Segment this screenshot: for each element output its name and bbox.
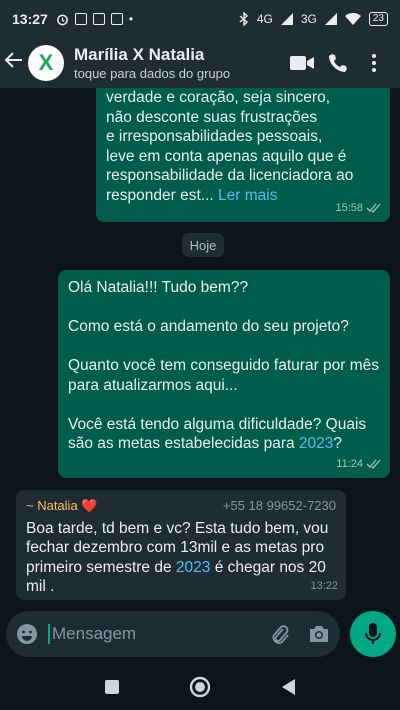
message-paragraph: Como está o andamento do seu projeto? xyxy=(68,318,349,335)
message-paragraph: Você está tendo alguma dificuldade? Quai… xyxy=(68,415,367,453)
date-divider: Hoje xyxy=(182,233,224,257)
message-meta: 11:24 xyxy=(336,455,382,475)
message-bubble-incoming[interactable]: ~ Natalia ❤️ +55 18 99652-7230 Boa tarde… xyxy=(16,490,346,600)
message-time: 11:24 xyxy=(336,457,363,470)
sender-row: ~ Natalia ❤️ +55 18 99652-7230 xyxy=(26,496,336,516)
message-meta: 13:22 xyxy=(310,577,338,597)
back-icon[interactable] xyxy=(280,678,296,696)
year-link[interactable]: 2023 xyxy=(176,559,210,576)
message-line: responder est... xyxy=(106,186,214,204)
system-navigation-bar xyxy=(0,664,400,710)
mic-button[interactable] xyxy=(350,611,396,657)
message-bubble-outgoing[interactable]: Olá Natalia!!! Tudo bem?? Como está o an… xyxy=(58,270,390,478)
dot-icon: • xyxy=(128,12,134,26)
message-text: Boa tarde, td bem e vc? Esta tudo bem, v… xyxy=(26,519,329,596)
read-more-link[interactable]: Ler mais xyxy=(218,187,277,204)
status-bar: 13:27 • 4G 3G 23 xyxy=(0,0,400,38)
bluetooth-icon xyxy=(239,12,248,26)
recents-icon[interactable] xyxy=(104,679,120,695)
wifi-icon xyxy=(344,13,361,25)
double-check-icon xyxy=(366,459,381,470)
back-arrow-icon[interactable] xyxy=(4,49,26,77)
message-line: verdade e coração, seja sincero, xyxy=(106,89,331,106)
notification-icons: • xyxy=(56,12,133,26)
avatar-logo: X xyxy=(38,50,54,75)
home-icon[interactable] xyxy=(189,676,211,698)
group-avatar[interactable]: X xyxy=(28,45,64,81)
phone-call-icon[interactable] xyxy=(320,45,356,81)
message-time: 15:58 xyxy=(335,201,363,214)
year-link[interactable]: 2023 xyxy=(299,435,333,452)
message-input-bar[interactable]: Mensagem xyxy=(6,611,340,657)
emoji-icon[interactable] xyxy=(16,623,38,645)
chat-header: X Marília X Natalia toque para dados do … xyxy=(0,38,400,88)
signal-icon xyxy=(324,13,337,25)
network-4g-label: 4G xyxy=(256,12,273,26)
more-options-icon[interactable] xyxy=(356,45,392,81)
message-paragraph: Quanto você tem conseguido faturar por m… xyxy=(68,357,380,394)
alarm-icon xyxy=(56,14,68,25)
message-bubble-outgoing[interactable]: verdade e coração, seja sincero, não des… xyxy=(96,88,390,222)
network-3g-label: 3G xyxy=(300,12,317,26)
message-meta: 15:58 xyxy=(335,199,382,219)
app-icon xyxy=(92,13,105,25)
video-call-icon[interactable] xyxy=(284,45,320,81)
sigma-icon xyxy=(110,13,123,25)
message-line: leve em conta apenas aquilo que é xyxy=(106,147,347,165)
message-input[interactable]: Mensagem xyxy=(48,624,268,644)
battery-icon: 23 xyxy=(368,12,388,26)
mic-icon xyxy=(365,623,381,644)
sender-phone: +55 18 99652-7230 xyxy=(222,498,336,513)
message-line: responsabilidade da licenciadora ao xyxy=(106,167,354,184)
gallery-icon xyxy=(74,13,87,25)
chat-area[interactable]: verdade e coração, seja sincero, não des… xyxy=(0,88,400,604)
message-paragraph: Olá Natalia!!! Tudo bem?? xyxy=(68,279,249,296)
camera-icon[interactable] xyxy=(308,624,330,644)
message-line: e irresponsabilidades pessoais, xyxy=(106,128,323,145)
message-time: 13:22 xyxy=(310,579,338,592)
chat-subtitle: toque para dados do grupo xyxy=(74,66,231,81)
chat-title-area[interactable]: Marília X Natalia toque para dados do gr… xyxy=(74,45,284,81)
signal-icon xyxy=(280,13,293,25)
chat-title: Marília X Natalia xyxy=(74,45,205,64)
sender-name[interactable]: ~ Natalia ❤️ xyxy=(26,496,97,516)
attach-icon[interactable] xyxy=(268,623,290,645)
message-line: não desconte suas frustrações xyxy=(106,108,318,126)
status-time: 13:27 xyxy=(12,11,48,27)
double-check-icon xyxy=(366,203,381,214)
